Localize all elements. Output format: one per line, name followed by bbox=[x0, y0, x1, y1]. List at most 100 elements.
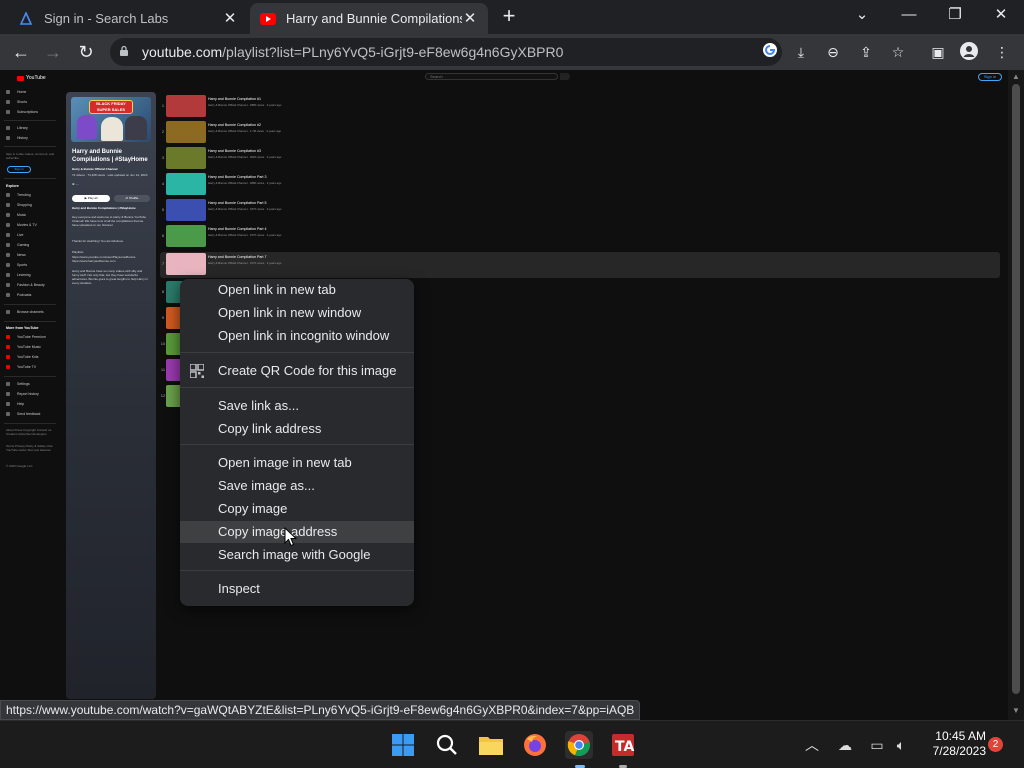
playlist-video-row[interactable]: 4 Harry and Bunnie Compilation Part 3 Harr… bbox=[160, 172, 1000, 196]
guide-item-library[interactable]: Library bbox=[6, 126, 28, 130]
menu-inspect[interactable]: Inspect bbox=[180, 578, 414, 600]
chrome-menu-icon[interactable]: ⋮ bbox=[992, 42, 1012, 62]
video-thumbnail[interactable] bbox=[166, 121, 206, 143]
playlist-video-row[interactable]: 3 Harry and Bunnie Compilation #3 Harry & … bbox=[160, 146, 1000, 170]
tab-youtube-playlist[interactable]: Harry and Bunnie Compilations | ✕ bbox=[250, 3, 488, 34]
video-title[interactable]: Harry and Bunnie Compilation #2 bbox=[208, 123, 261, 127]
playlist-channel[interactable]: Harry & Bunnie Official Channel bbox=[72, 167, 150, 171]
video-title[interactable]: Harry and Bunnie Compilation #1 bbox=[208, 97, 261, 101]
search-icon[interactable] bbox=[433, 731, 461, 759]
guide-item-help[interactable]: Help bbox=[6, 402, 24, 406]
bookmark-icon[interactable]: ☆ bbox=[888, 42, 908, 62]
scroll-down-icon[interactable]: ▼ bbox=[1011, 706, 1021, 716]
playlist-video-row[interactable]: 1 Harry and Bunnie Compilation #1 Harry & … bbox=[160, 94, 1000, 118]
profile-icon[interactable] bbox=[959, 42, 979, 62]
guide-item-shopping[interactable]: Shopping bbox=[6, 203, 32, 207]
firefox-icon[interactable] bbox=[521, 731, 549, 759]
playlist-video-row[interactable]: 5 Harry and Bunnie Compilation Part 5 Harr… bbox=[160, 198, 1000, 222]
menu-copy-link-address[interactable]: Copy link address bbox=[180, 418, 414, 440]
video-thumbnail[interactable] bbox=[166, 199, 206, 221]
video-thumbnail[interactable] bbox=[166, 173, 206, 195]
back-icon[interactable]: ← bbox=[9, 40, 33, 64]
video-title[interactable]: Harry and Bunnie Compilation #3 bbox=[208, 149, 261, 153]
close-tab-icon[interactable]: ✕ bbox=[222, 10, 238, 27]
tab-search-labs[interactable]: Sign in - Search Labs ✕ bbox=[8, 3, 248, 34]
guide-item-trending[interactable]: Trending bbox=[6, 193, 31, 197]
notification-badge[interactable]: 2 bbox=[988, 737, 1003, 752]
guide-item-send-feedback[interactable]: Send feedback bbox=[6, 412, 40, 416]
video-thumbnail[interactable] bbox=[166, 253, 206, 275]
guide-item-music[interactable]: Music bbox=[6, 213, 26, 217]
network-icon[interactable]: ▭ bbox=[867, 735, 887, 755]
install-app-icon[interactable]: ⤓ bbox=[791, 42, 811, 62]
system-clock[interactable]: 10:45 AM 7/28/2023 bbox=[918, 729, 986, 759]
guide-item-shorts[interactable]: Shorts bbox=[6, 100, 27, 104]
reload-icon[interactable]: ↻ bbox=[74, 40, 98, 64]
guide-item-yt-music[interactable]: YouTube Music bbox=[6, 345, 41, 349]
guide-item-yt-kids[interactable]: YouTube Kids bbox=[6, 355, 39, 359]
playlist-description-links[interactable]: https://www.youtube.com/user/PlaysomeBun… bbox=[72, 255, 150, 263]
minimize-icon[interactable]: — bbox=[895, 4, 923, 26]
youtube-search-input[interactable]: Search bbox=[425, 73, 558, 80]
menu-open-image-new-tab[interactable]: Open image in new tab bbox=[180, 452, 414, 474]
playlist-video-row[interactable]: 2 Harry and Bunnie Compilation #2 Harry & … bbox=[160, 120, 1000, 144]
scroll-up-icon[interactable]: ▲ bbox=[1011, 72, 1021, 82]
google-lens-icon[interactable] bbox=[760, 42, 780, 62]
menu-open-link-new-tab[interactable]: Open link in new tab bbox=[180, 279, 414, 301]
youtube-sign-in-button[interactable]: Sign in bbox=[978, 73, 1002, 81]
menu-copy-image[interactable]: Copy image bbox=[180, 498, 414, 520]
menu-open-link-incognito[interactable]: Open link in incognito window bbox=[180, 325, 414, 347]
tray-overflow-chevron-icon[interactable]: ︿ bbox=[802, 735, 822, 755]
play-all-button[interactable]: ▶ Play all bbox=[72, 195, 110, 202]
zoom-icon[interactable]: ⊖ bbox=[823, 42, 843, 62]
guide-sign-in-button[interactable]: Sign in bbox=[7, 166, 31, 173]
close-tab-icon[interactable]: ✕ bbox=[462, 10, 478, 27]
volume-icon[interactable]: 🔈︎ bbox=[891, 735, 911, 755]
video-title[interactable]: Harry and Bunnie Compilation Part 5 bbox=[208, 201, 267, 205]
video-title[interactable]: Harry and Bunnie Compilation Part 7 bbox=[208, 255, 267, 259]
guide-item-history[interactable]: History bbox=[6, 136, 28, 140]
guide-item-podcasts[interactable]: Podcasts bbox=[6, 293, 31, 297]
guide-item-sports[interactable]: Sports bbox=[6, 263, 27, 267]
menu-create-qr-code[interactable]: Create QR Code for this image bbox=[180, 360, 414, 382]
video-title[interactable]: Harry and Bunnie Compilation Part 3 bbox=[208, 175, 267, 179]
app-icon[interactable]: TA bbox=[609, 731, 637, 759]
guide-item-report-history[interactable]: Report history bbox=[6, 392, 39, 396]
playlist-video-row-hovered[interactable]: 7 Harry and Bunnie Compilation Part 7 Harr… bbox=[160, 252, 1000, 278]
file-explorer-icon[interactable] bbox=[477, 731, 505, 759]
windows-start-icon[interactable] bbox=[389, 731, 417, 759]
playlist-video-row[interactable]: 6 Harry and Bunnie Compilation Part 4 Harr… bbox=[160, 224, 1000, 248]
shuffle-button[interactable]: ⇄ Shuffle bbox=[114, 195, 150, 202]
guide-footer-policy[interactable]: Terms Privacy Policy & Safety How YouTub… bbox=[6, 444, 56, 452]
restore-icon[interactable]: ❐ bbox=[941, 4, 969, 26]
guide-footer-links[interactable]: About Press Copyright Contact us Creator… bbox=[6, 428, 56, 436]
chrome-icon[interactable] bbox=[565, 731, 593, 759]
new-tab-icon[interactable]: + bbox=[498, 5, 520, 28]
guide-item-premium[interactable]: YouTube Premium bbox=[6, 335, 46, 339]
guide-item-fashion[interactable]: Fashion & Beauty bbox=[6, 283, 45, 287]
video-thumbnail[interactable] bbox=[166, 147, 206, 169]
guide-item-movies[interactable]: Movies & TV bbox=[6, 223, 37, 227]
guide-item-subscriptions[interactable]: Subscriptions bbox=[6, 110, 38, 114]
guide-item-browse-channels[interactable]: Browse channels bbox=[6, 310, 44, 314]
close-window-icon[interactable]: ✕ bbox=[987, 4, 1015, 26]
scrollbar-thumb[interactable] bbox=[1012, 84, 1020, 694]
guide-item-settings[interactable]: Settings bbox=[6, 382, 30, 386]
youtube-logo[interactable]: YouTube bbox=[17, 75, 46, 81]
forward-icon[interactable]: → bbox=[41, 40, 65, 64]
onedrive-icon[interactable]: ☁ bbox=[835, 735, 855, 755]
tab-search-chevron-icon[interactable]: ⌄ bbox=[848, 4, 876, 26]
guide-item-news[interactable]: News bbox=[6, 253, 26, 257]
guide-item-learning[interactable]: Learning bbox=[6, 273, 31, 277]
playlist-thumbnail[interactable]: BLACK FRIDAY SUPER SALES bbox=[71, 97, 151, 142]
page-scrollbar[interactable]: ▲ ▼ bbox=[1008, 70, 1024, 720]
side-panel-icon[interactable]: ▣ bbox=[928, 42, 948, 62]
guide-item-home[interactable]: Home bbox=[6, 90, 26, 94]
share-icon[interactable]: ⇪ bbox=[856, 42, 876, 62]
menu-open-link-new-window[interactable]: Open link in new window bbox=[180, 302, 414, 324]
menu-save-image-as[interactable]: Save image as... bbox=[180, 475, 414, 497]
video-title[interactable]: Harry and Bunnie Compilation Part 4 bbox=[208, 227, 267, 231]
video-thumbnail[interactable] bbox=[166, 225, 206, 247]
video-thumbnail[interactable] bbox=[166, 95, 206, 117]
guide-item-gaming[interactable]: Gaming bbox=[6, 243, 29, 247]
